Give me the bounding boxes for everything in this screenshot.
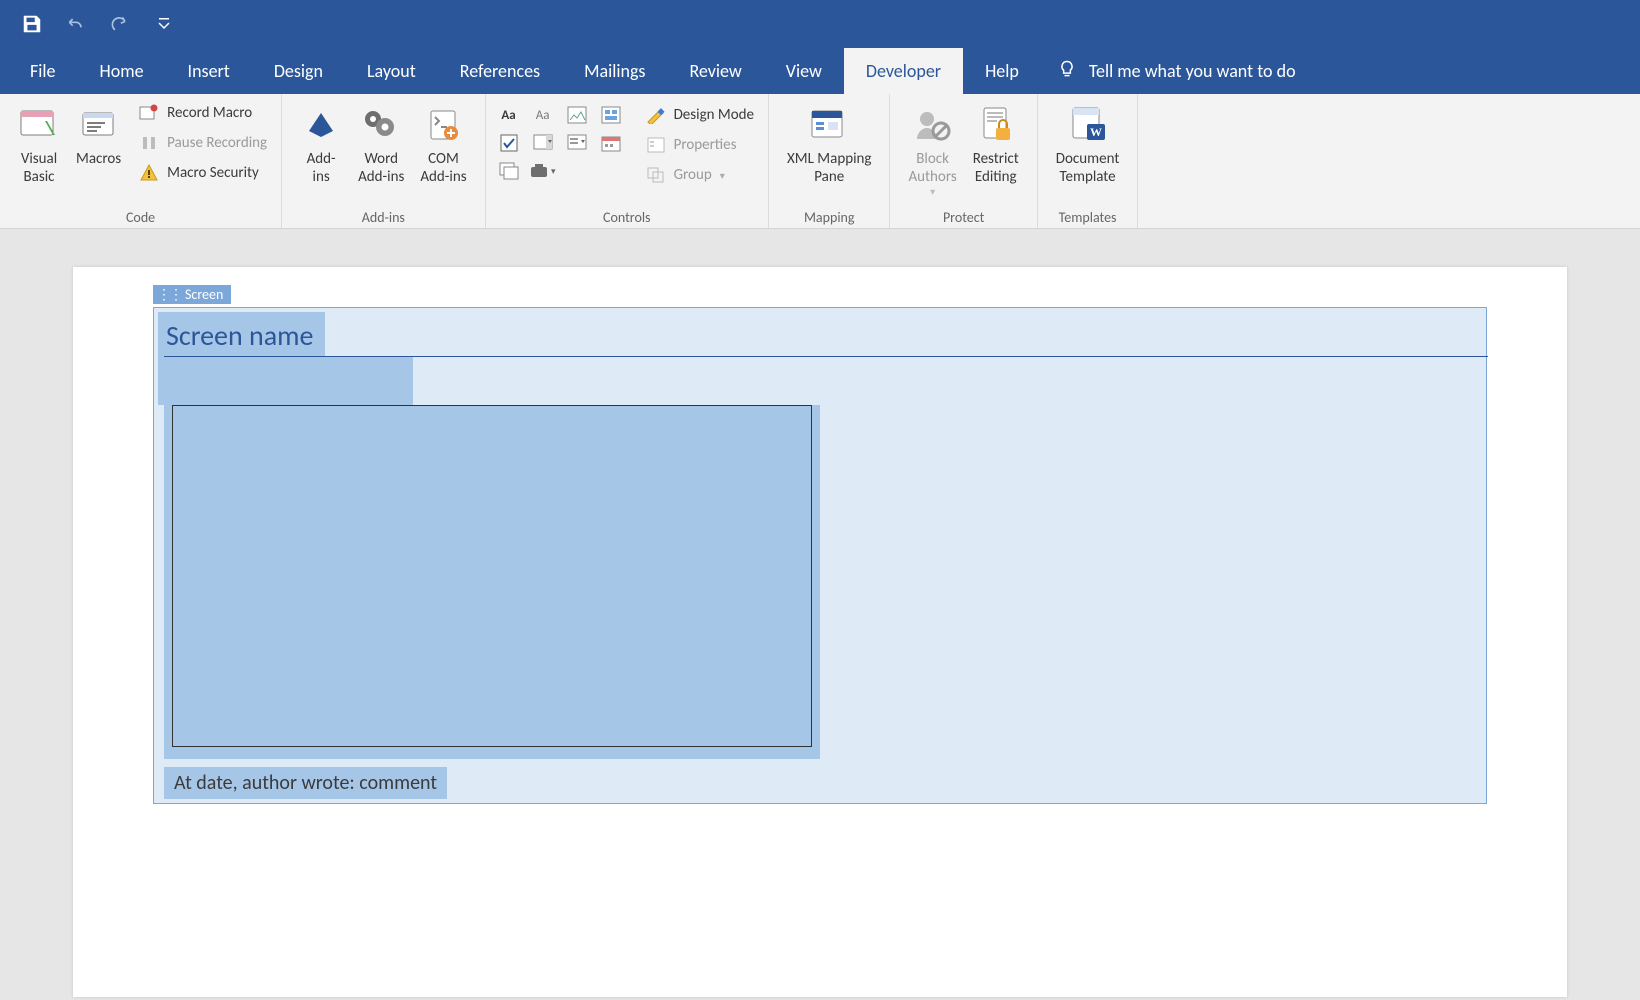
macros-button[interactable]: Macros: [68, 100, 129, 202]
content-control-tag[interactable]: ⋮⋮ Screen: [153, 285, 231, 304]
lightbulb-icon: [1057, 58, 1077, 85]
repeating-section-control-icon[interactable]: [496, 160, 522, 182]
group-controls: Aa Aa ▾ Design: [486, 94, 769, 228]
design-mode-button[interactable]: Design Mode: [642, 102, 758, 128]
block-authors-icon: [912, 104, 954, 146]
group-button: Group ▾: [642, 162, 758, 188]
document-template-icon: W: [1067, 104, 1109, 146]
save-button[interactable]: [20, 12, 44, 36]
addins-icon: [300, 104, 342, 146]
visual-basic-button[interactable]: Visual Basic: [10, 100, 68, 202]
undo-button[interactable]: [64, 12, 88, 36]
dropdown-control-icon[interactable]: [564, 132, 590, 154]
document-template-button[interactable]: W Document Template: [1048, 100, 1128, 202]
tell-me-label: Tell me what you want to do: [1089, 60, 1296, 82]
pause-icon: [139, 133, 159, 153]
svg-text:W: W: [1090, 125, 1102, 139]
restrict-editing-icon: [975, 104, 1017, 146]
tab-file[interactable]: File: [8, 48, 78, 94]
document-area: ⋮⋮ Screen Screen name At date, author wr…: [0, 229, 1640, 997]
properties-icon: [646, 135, 666, 155]
com-addins-button[interactable]: COM Add-ins: [412, 100, 474, 202]
checkbox-control-icon[interactable]: [496, 132, 522, 154]
tab-review[interactable]: Review: [667, 48, 763, 94]
grip-icon: ⋮⋮: [157, 286, 181, 303]
group-mapping-label: Mapping: [804, 207, 855, 226]
group-code-label: Code: [126, 207, 155, 226]
document-page[interactable]: ⋮⋮ Screen Screen name At date, author wr…: [73, 267, 1567, 997]
record-macro-button[interactable]: Record Macro: [135, 100, 271, 126]
ribbon: Visual Basic Macros Record Macro: [0, 94, 1640, 229]
legacy-tools-icon[interactable]: ▾: [530, 160, 556, 182]
tab-view[interactable]: View: [764, 48, 844, 94]
group-icon: [646, 165, 666, 185]
group-templates: W Document Template Templates: [1038, 94, 1139, 228]
tab-references[interactable]: References: [438, 48, 562, 94]
xml-mapping-icon: [808, 104, 850, 146]
tab-home[interactable]: Home: [78, 48, 166, 94]
tab-design[interactable]: Design: [252, 48, 345, 94]
content-control-container[interactable]: Screen name At date, author wrote: comme…: [153, 307, 1487, 804]
tab-insert[interactable]: Insert: [166, 48, 252, 94]
group-code: Visual Basic Macros Record Macro: [0, 94, 282, 228]
chevron-down-icon: ▾: [720, 169, 725, 182]
tab-layout[interactable]: Layout: [345, 48, 438, 94]
rich-text-control-icon[interactable]: Aa: [496, 104, 522, 126]
title-placeholder[interactable]: Screen name: [158, 312, 325, 359]
tab-help[interactable]: Help: [963, 48, 1041, 94]
tab-mailings[interactable]: Mailings: [562, 48, 667, 94]
macros-icon: [78, 104, 120, 146]
design-mode-icon: [646, 105, 666, 125]
caption-placeholder[interactable]: At date, author wrote: comment: [164, 767, 447, 799]
chevron-down-icon: ▾: [930, 186, 935, 198]
ribbon-tabs: File Home Insert Design Layout Reference…: [0, 48, 1640, 94]
group-addins-label: Add-ins: [362, 207, 405, 226]
com-addins-icon: [422, 104, 464, 146]
image-placeholder[interactable]: [172, 405, 812, 747]
warning-icon: [139, 163, 159, 183]
word-addins-button[interactable]: Word Add-ins: [350, 100, 412, 202]
record-macro-icon: [139, 103, 159, 123]
combobox-control-icon[interactable]: [530, 132, 556, 154]
group-protect-label: Protect: [943, 207, 984, 226]
tell-me-search[interactable]: Tell me what you want to do: [1041, 48, 1296, 94]
block-authors-button: Block Authors▾: [900, 100, 964, 202]
building-block-control-icon[interactable]: [598, 104, 624, 126]
group-controls-label: Controls: [603, 207, 651, 226]
xml-mapping-button[interactable]: XML Mapping Pane: [779, 100, 879, 202]
group-mapping: XML Mapping Pane Mapping: [769, 94, 890, 228]
macro-security-button[interactable]: Macro Security: [135, 160, 271, 186]
picture-control-icon[interactable]: [564, 104, 590, 126]
pause-recording-button: Pause Recording: [135, 130, 271, 156]
tab-developer[interactable]: Developer: [844, 48, 963, 94]
restrict-editing-button[interactable]: Restrict Editing: [965, 100, 1027, 202]
title-bar: [0, 0, 1640, 48]
word-addins-icon: [360, 104, 402, 146]
group-protect: Block Authors▾ Restrict Editing Protect: [890, 94, 1037, 228]
date-picker-control-icon[interactable]: [598, 132, 624, 154]
redo-button[interactable]: [108, 12, 132, 36]
group-templates-label: Templates: [1059, 207, 1117, 226]
qat-customize[interactable]: [152, 12, 176, 36]
addins-button[interactable]: Add- ins: [292, 100, 350, 202]
group-addins: Add- ins Word Add-ins COM Add-ins Add-in…: [282, 94, 485, 228]
plain-text-control-icon[interactable]: Aa: [530, 104, 556, 126]
visual-basic-icon: [18, 104, 60, 146]
properties-button: Properties: [642, 132, 758, 158]
